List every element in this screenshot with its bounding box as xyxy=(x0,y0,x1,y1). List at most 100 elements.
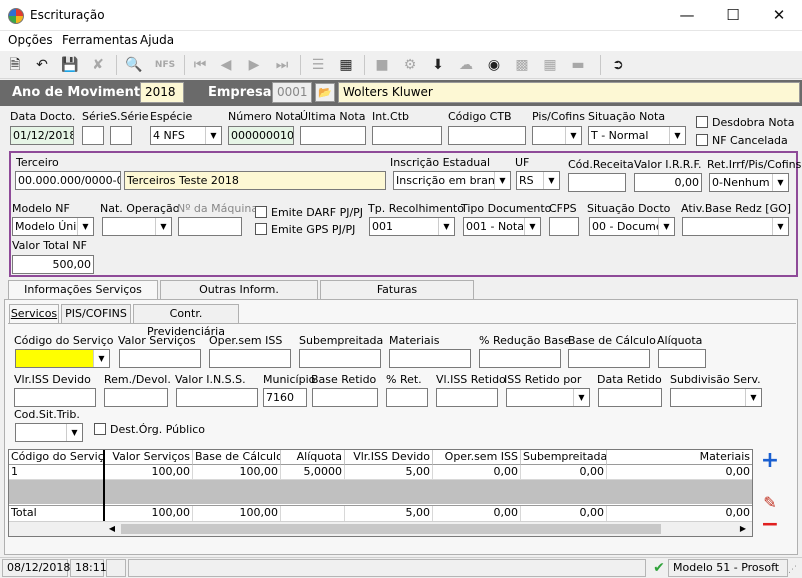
grid-header[interactable]: Código do Serviço xyxy=(9,450,105,465)
natop-select[interactable]: ▼ xyxy=(102,217,172,236)
irrf-input[interactable]: 0,00 xyxy=(634,173,702,192)
grid-header[interactable]: Materiais xyxy=(607,450,752,465)
grid-icon[interactable]: ▦ xyxy=(540,56,560,74)
tab-contr-previdenciaria[interactable]: Contr. Previdenciária xyxy=(133,304,239,338)
codserv-select[interactable]: ▼ xyxy=(15,349,110,368)
chevron-down-icon[interactable]: ▼ xyxy=(438,218,454,235)
darf-checkbox[interactable] xyxy=(255,206,267,218)
vlissret-input[interactable] xyxy=(436,388,498,407)
table-row[interactable]: 1 100,00 100,00 5,0000 5,00 0,00 0,00 0,… xyxy=(9,465,752,480)
materiais-input[interactable] xyxy=(389,349,471,368)
tprecol-select[interactable]: 001 ▼ xyxy=(369,217,455,236)
subemp-input[interactable] xyxy=(299,349,381,368)
delete-icon[interactable]: ✘ xyxy=(88,56,108,74)
ultima-input[interactable] xyxy=(300,126,366,145)
grid-header[interactable]: Oper.sem ISS xyxy=(433,450,521,465)
next-record-icon[interactable]: ▶ xyxy=(244,56,264,74)
chevron-down-icon[interactable]: ▼ xyxy=(494,172,510,189)
chevron-down-icon[interactable]: ▼ xyxy=(543,172,559,189)
basecalc-input[interactable] xyxy=(568,349,650,368)
chevron-down-icon[interactable]: ▼ xyxy=(772,218,788,235)
baseret-input[interactable] xyxy=(312,388,378,407)
open-folder-icon[interactable]: 📂 xyxy=(315,83,335,102)
numero-input[interactable]: 0000000100 xyxy=(228,126,294,145)
grid-header[interactable]: Base de Cálculo xyxy=(193,450,281,465)
ie-select[interactable]: Inscrição em branco ▼ xyxy=(393,171,511,190)
modelo-select[interactable]: Modelo Únic ▼ xyxy=(12,217,94,236)
gps-checkbox[interactable] xyxy=(255,223,267,235)
nfs-icon[interactable]: NFS xyxy=(150,56,180,74)
municipio-input[interactable]: 7160 xyxy=(263,388,307,407)
codreceita-input[interactable] xyxy=(568,173,626,192)
chevron-down-icon[interactable]: ▼ xyxy=(669,127,685,144)
edit-icon[interactable]: ✎ xyxy=(759,494,781,512)
cloud-icon[interactable]: ☁ xyxy=(456,56,476,74)
ano-input[interactable]: 2018 xyxy=(140,82,184,103)
menu-ajuda[interactable]: Ajuda xyxy=(140,33,174,47)
folder-icon[interactable]: ■ xyxy=(372,56,392,74)
retirrf-select[interactable]: 0-Nenhum ▼ xyxy=(709,173,789,192)
especie-select[interactable]: 4 NFS ▼ xyxy=(150,126,222,145)
tree-icon[interactable]: ☰ xyxy=(308,56,328,74)
minus-icon[interactable]: ▬ xyxy=(568,56,588,74)
chevron-down-icon[interactable]: ▼ xyxy=(745,389,761,406)
exit-icon[interactable]: ➲ xyxy=(608,56,628,74)
grid-header[interactable]: Subempreitada xyxy=(521,450,607,465)
scroll-right-icon[interactable]: ▶ xyxy=(736,523,750,535)
grid-header[interactable]: Valor Serviços xyxy=(105,450,193,465)
last-record-icon[interactable]: ⏭ xyxy=(272,56,292,74)
previous-record-icon[interactable]: ◀ xyxy=(216,56,236,74)
chevron-down-icon[interactable]: ▼ xyxy=(77,218,93,235)
serie-input[interactable] xyxy=(82,126,104,145)
situacao-select[interactable]: T - Normal ▼ xyxy=(588,126,686,145)
sserie-input[interactable] xyxy=(110,126,132,145)
tab-servicos[interactable]: Servicos xyxy=(9,304,59,324)
data-docto-input[interactable]: 01/12/2018 xyxy=(10,126,74,145)
horizontal-scrollbar[interactable]: ◀ ▶ xyxy=(9,521,752,536)
scroll-left-icon[interactable]: ◀ xyxy=(105,523,119,535)
tab-faturas[interactable]: Faturas xyxy=(320,280,474,299)
codctb-input[interactable] xyxy=(448,126,526,145)
maquina-input[interactable] xyxy=(178,217,242,236)
new-icon[interactable]: 🗎 xyxy=(5,56,25,74)
grid-header[interactable]: Vlr.ISS Devido xyxy=(345,450,433,465)
uf-select[interactable]: RS ▼ xyxy=(516,171,560,190)
chevron-down-icon[interactable]: ▼ xyxy=(155,218,171,235)
calculator-icon[interactable]: ▦ xyxy=(336,56,356,74)
piscofins-select[interactable]: ▼ xyxy=(532,126,582,145)
dataret-input[interactable] xyxy=(598,388,662,407)
redbase-input[interactable] xyxy=(479,349,561,368)
aliquota-input[interactable] xyxy=(658,349,706,368)
chevron-down-icon[interactable]: ▼ xyxy=(66,424,82,441)
chevron-down-icon[interactable]: ▼ xyxy=(93,350,109,367)
empresa-code-input[interactable]: 0001 xyxy=(272,82,312,103)
print-preview-icon[interactable]: 🔍 xyxy=(124,56,144,74)
ativbase-select[interactable]: ▼ xyxy=(682,217,789,236)
tipodoc-select[interactable]: 001 - Nota F ▼ xyxy=(463,217,541,236)
close-button[interactable]: ✕ xyxy=(756,0,802,31)
tab-outras-inform[interactable]: Outras Inform. xyxy=(160,280,318,299)
destorg-checkbox[interactable] xyxy=(94,423,106,435)
desdobra-checkbox[interactable] xyxy=(696,116,708,128)
add-icon[interactable]: + xyxy=(759,450,781,473)
remove-icon[interactable]: − xyxy=(759,514,781,536)
resize-grip-icon[interactable]: ⋰ xyxy=(788,564,800,576)
vliss-input[interactable] xyxy=(14,388,96,407)
chevron-down-icon[interactable]: ▼ xyxy=(772,174,788,191)
intctb-input[interactable] xyxy=(372,126,442,145)
inss-input[interactable] xyxy=(176,388,258,407)
chevron-down-icon[interactable]: ▼ xyxy=(524,218,540,235)
document-icon[interactable]: ▩ xyxy=(512,56,532,74)
pret-input[interactable] xyxy=(386,388,428,407)
valserv-input[interactable] xyxy=(119,349,201,368)
chevron-down-icon[interactable]: ▼ xyxy=(565,127,581,144)
terceiro-cnpj-input[interactable]: 00.000.000/0000-00 xyxy=(15,171,121,190)
chevron-down-icon[interactable]: ▼ xyxy=(205,127,221,144)
tab-pis-cofins[interactable]: PIS/COFINS xyxy=(61,304,131,323)
sitdocto-select[interactable]: 00 - Documen ▼ xyxy=(589,217,675,236)
cib-icon[interactable]: ◉ xyxy=(484,56,504,74)
chevron-down-icon[interactable]: ▼ xyxy=(573,389,589,406)
save-icon[interactable]: 💾 xyxy=(60,56,80,74)
first-record-icon[interactable]: ⏮ xyxy=(190,56,210,74)
issretpor-select[interactable]: ▼ xyxy=(506,388,590,407)
